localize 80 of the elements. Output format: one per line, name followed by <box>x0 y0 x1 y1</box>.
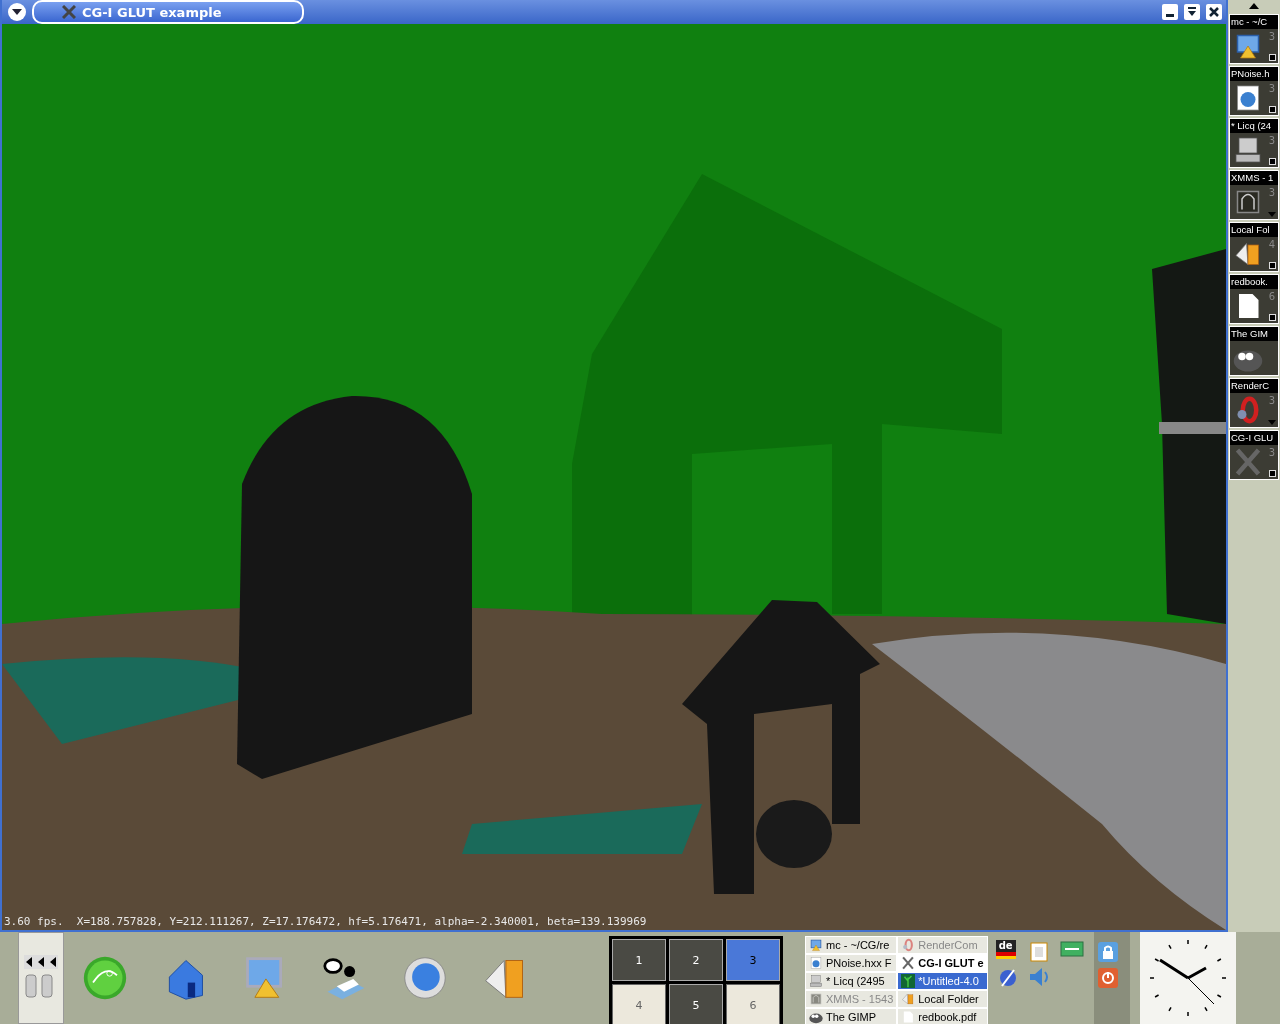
desktop-pager-cell[interactable]: 6 <box>726 984 780 1024</box>
desktop-number: 3 <box>1268 395 1275 406</box>
square-icon <box>1269 54 1276 61</box>
window-thumbnail-title: Local Fol <box>1230 223 1278 237</box>
window-thumbnail-title: RenderC <box>1230 379 1278 393</box>
close-button[interactable] <box>1206 4 1222 20</box>
desktop-number: 3 <box>1268 447 1275 458</box>
window-thumbnail[interactable]: * Licq (24 3 <box>1229 118 1279 168</box>
lock-button[interactable] <box>1097 942 1118 962</box>
window-thumbnail-title: XMMS - 1 <box>1230 171 1278 185</box>
taskbar-button[interactable]: PNoise.hxx F <box>805 954 898 972</box>
window-thumbnail-title: mc - ~/C <box>1230 15 1278 29</box>
desktop-number: 4 <box>1268 239 1275 250</box>
window-thumbnail[interactable]: mc - ~/C 3 <box>1229 14 1279 64</box>
window-thumbnail-title: The GIM <box>1230 327 1278 341</box>
power-icon <box>1100 971 1115 985</box>
desktop-number: 6 <box>1268 291 1275 302</box>
taskbar-button[interactable]: The GIMP <box>805 1008 898 1024</box>
status-text: 3.60 fps. X=188.757828, Y=212.111267, Z=17.176472, hf=5.176471, alpha=-2.340001, beta=139.139969 <box>4 915 647 928</box>
desktop-number: 3 <box>1268 187 1275 198</box>
monitor-shell-icon <box>809 938 823 952</box>
desktop-pager-cell[interactable]: 3 <box>726 939 780 981</box>
down-arrow-icon <box>1268 420 1276 425</box>
plant-icon <box>901 974 916 988</box>
logout-button[interactable] <box>1097 968 1118 988</box>
media-player-icon <box>809 992 823 1006</box>
computer-icon <box>809 974 823 988</box>
close-icon <box>1209 7 1219 17</box>
window-thumbnail-title: redbook. <box>1230 275 1278 289</box>
x-icon <box>1233 447 1263 477</box>
window-thumbnail[interactable]: The GIM <box>1229 326 1279 376</box>
arrow-buttons-icon[interactable] <box>24 955 58 969</box>
bar-arrow-icon <box>1187 7 1197 17</box>
globe-document-icon <box>809 956 823 970</box>
square-icon <box>1269 106 1276 113</box>
window-thumbnail[interactable]: RenderC 3 <box>1229 378 1279 428</box>
window-thumbnail[interactable]: Local Fol 4 <box>1229 222 1279 272</box>
square-icon <box>1269 262 1276 269</box>
analog-clock[interactable] <box>1139 932 1236 1024</box>
square-icon <box>1269 470 1276 477</box>
taskbar-button[interactable]: *Untitled-4.0 <box>897 972 988 990</box>
window-thumbnail[interactable]: redbook. 6 <box>1229 274 1279 324</box>
window-thumbnail[interactable]: PNoise.h 3 <box>1229 66 1279 116</box>
x-icon <box>62 5 76 19</box>
window-thumbnail-title: PNoise.h <box>1230 67 1278 81</box>
square-icon <box>1269 314 1276 321</box>
desktop-pager-cell[interactable]: 4 <box>612 984 666 1024</box>
taskbar-button[interactable]: Local Folder <box>897 990 988 1008</box>
window-thumbnail-title: * Licq (24 <box>1230 119 1278 133</box>
x-icon <box>901 956 916 970</box>
desktop-number: 3 <box>1268 83 1275 94</box>
desktop-pager-cell[interactable]: 1 <box>612 939 666 981</box>
desktop-pager-cell[interactable]: 2 <box>669 939 723 981</box>
keyboard-layout-indicator[interactable]: de <box>995 940 1016 956</box>
lock-icon <box>1101 945 1114 959</box>
down-arrow-icon <box>1268 212 1276 217</box>
taskbar-button[interactable]: CG-I GLUT e <box>897 954 988 972</box>
square-icon <box>1269 158 1276 165</box>
taskbar-button[interactable]: mc - ~/CG/re <box>805 936 898 954</box>
desktop-number: 3 <box>1268 135 1275 146</box>
taskbar-button[interactable]: redbook.pdf <box>897 1008 988 1024</box>
window-thumbnail[interactable]: CG-I GLU 3 <box>1229 430 1279 480</box>
desktop-number: 3 <box>1268 31 1275 42</box>
desktop-pager-cell[interactable]: 5 <box>669 984 723 1024</box>
taskbar-button[interactable]: * Licq (2495 <box>805 972 898 990</box>
computer-icon <box>1233 135 1263 165</box>
network-icon[interactable] <box>1059 940 1084 958</box>
shade-button[interactable] <box>1184 4 1200 20</box>
window-menu-button[interactable] <box>8 3 26 21</box>
document-icon <box>901 1010 916 1024</box>
mail-folder-icon <box>901 992 916 1006</box>
scroll-up-icon[interactable] <box>1249 3 1259 9</box>
ring-icon <box>901 938 916 952</box>
window-title: CG-I GLUT example <box>82 4 222 20</box>
clipboard-icon[interactable] <box>1027 940 1050 962</box>
window-thumbnail-title: CG-I GLU <box>1230 431 1278 445</box>
caret-icon <box>12 8 22 16</box>
bar-icon <box>1166 13 1174 17</box>
window-thumbnail[interactable]: XMMS - 1 3 <box>1229 170 1279 220</box>
minimize-button[interactable] <box>1162 4 1178 20</box>
